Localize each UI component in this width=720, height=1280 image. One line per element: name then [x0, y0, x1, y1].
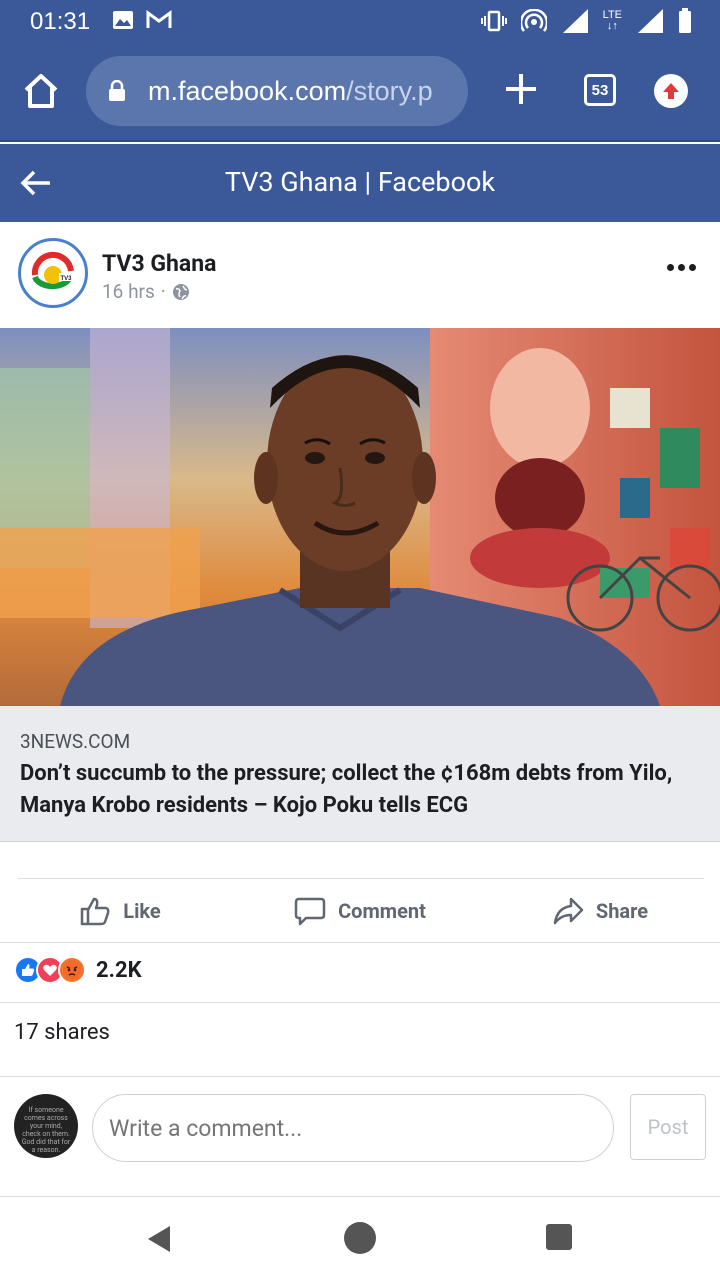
divider	[18, 878, 704, 879]
link-headline[interactable]: Don’t succumb to the pressure; collect t…	[20, 758, 710, 822]
status-bar: 01:31 LTE ↓↑	[0, 0, 720, 44]
tv3-logo-icon: TV3	[31, 251, 74, 290]
divider	[0, 1076, 720, 1077]
more-options-icon[interactable]	[667, 264, 696, 271]
user-avatar: If someone comes across your mind, check…	[14, 1094, 78, 1158]
battery-icon	[679, 8, 691, 33]
nav-home-icon[interactable]	[344, 1222, 376, 1254]
post-actions: Like Comment Share	[0, 880, 720, 942]
avatar-logo-text: TV3	[60, 276, 72, 282]
comment-button[interactable]: Comment	[240, 880, 480, 942]
comment-icon	[294, 897, 326, 926]
nav-back-icon[interactable]	[146, 1224, 172, 1254]
status-time: 01:31	[30, 8, 91, 35]
reaction-count: 2.2K	[96, 957, 142, 983]
lock-icon	[109, 80, 125, 101]
nav-recent-apps-icon[interactable]	[546, 1224, 572, 1250]
url-path: /story.p	[346, 75, 433, 106]
url-bar[interactable]: m.facebook.com/story.p	[86, 56, 468, 126]
browser-toolbar: m.facebook.com/story.p 53	[0, 44, 720, 142]
tab-count-button[interactable]: 53	[584, 74, 616, 106]
like-label: Like	[123, 899, 161, 923]
share-icon	[553, 897, 584, 925]
home-icon[interactable]	[20, 70, 62, 112]
link-preview[interactable]: 3NEWS.COM Don’t succumb to the pressure;…	[0, 706, 720, 842]
reactions-summary[interactable]: 2.2K	[14, 956, 142, 984]
angry-reaction-icon	[58, 956, 86, 984]
hotspot-icon	[520, 9, 547, 32]
update-button[interactable]	[654, 74, 688, 108]
post-meta: 16 hrs ·	[102, 280, 190, 303]
system-nav-bar	[0, 1198, 720, 1280]
vibrate-icon	[480, 10, 507, 32]
gmail-icon	[146, 10, 172, 28]
arrow-up-icon	[663, 83, 679, 99]
new-tab-icon[interactable]	[502, 70, 540, 108]
link-domain: 3NEWS.COM	[20, 730, 131, 753]
divider	[0, 1002, 720, 1003]
share-label: Share	[595, 899, 649, 923]
page-title: TV3 Ghana | Facebook	[224, 166, 496, 198]
share-button[interactable]: Share	[480, 880, 720, 942]
url-host: m.facebook.com	[148, 75, 347, 106]
divider	[0, 1196, 720, 1197]
globe-icon	[172, 283, 189, 300]
comment-label: Comment	[338, 899, 426, 923]
page-header: TV3 Ghana | Facebook	[0, 144, 720, 222]
thumbs-up-icon	[81, 897, 110, 926]
data-arrows-icon: ↓↑	[606, 20, 618, 32]
like-button[interactable]: Like	[0, 880, 240, 942]
post-time[interactable]: 16 hrs	[102, 280, 155, 303]
signal-icon	[562, 9, 588, 33]
post-photo[interactable]	[0, 328, 720, 706]
page-avatar[interactable]: TV3	[18, 238, 88, 308]
post-image-illustration	[0, 328, 720, 706]
image-icon	[113, 11, 133, 29]
signal-icon	[638, 9, 663, 33]
meta-separator: ·	[160, 280, 166, 303]
post-comment-button[interactable]: Post	[630, 1094, 706, 1160]
post-header: TV3 TV3 Ghana 16 hrs ·	[0, 222, 720, 328]
divider	[0, 942, 720, 943]
share-count[interactable]: 17 shares	[14, 1020, 110, 1045]
comment-input[interactable]	[92, 1094, 614, 1162]
page-name[interactable]: TV3 Ghana	[102, 250, 216, 277]
